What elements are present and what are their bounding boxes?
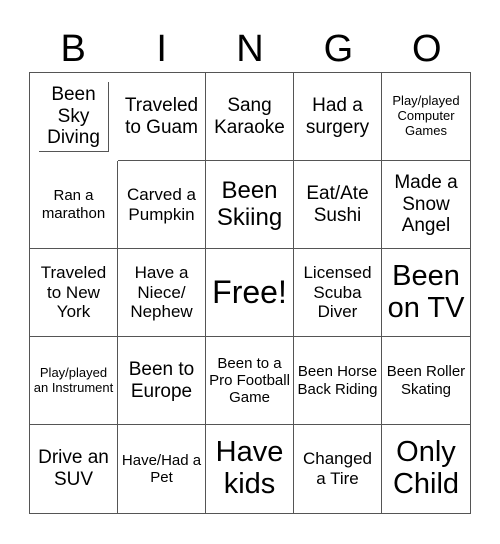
header-letter-g: G — [323, 28, 354, 70]
bingo-cell[interactable]: Changed a Tire — [294, 425, 382, 513]
bingo-cell[interactable]: Been Roller Skating — [382, 337, 470, 425]
bingo-cell[interactable]: Drive an SUV — [30, 425, 118, 513]
bingo-cell[interactable]: Ran a marathon — [30, 161, 118, 249]
bingo-cell[interactable]: Carved a Pumpkin — [118, 161, 206, 249]
free-space[interactable]: Free! — [206, 249, 294, 337]
bingo-cell[interactable]: Been Horse Back Riding — [294, 337, 382, 425]
bingo-cell[interactable]: Been on TV — [382, 249, 470, 337]
bingo-cell[interactable]: Been Skiing — [206, 161, 294, 249]
bingo-cell[interactable]: Only Child — [382, 425, 470, 513]
bingo-cell[interactable]: Have a Niece/ Nephew — [118, 249, 206, 337]
bingo-cell[interactable]: Play/played an Instrument — [30, 337, 118, 425]
bingo-cell[interactable]: Have kids — [206, 425, 294, 513]
bingo-cell[interactable]: Have/Had a Pet — [118, 425, 206, 513]
header-letter-n: N — [236, 28, 264, 70]
header-letter-o: O — [412, 28, 442, 70]
bingo-cell[interactable]: Licensed Scuba Diver — [294, 249, 382, 337]
bingo-cell[interactable]: Play/played Computer Games — [382, 73, 470, 161]
bingo-cell[interactable]: Traveled to Guam — [118, 73, 206, 161]
bingo-cell[interactable]: Made a Snow Angel — [382, 161, 470, 249]
header-letter-b: B — [60, 28, 86, 70]
bingo-cell[interactable]: Had a surgery — [294, 73, 382, 161]
bingo-cell[interactable]: Been to a Pro Football Game — [206, 337, 294, 425]
header-letter-i: I — [156, 28, 167, 70]
bingo-grid: Been Sky Diving Traveled to Guam Sang Ka… — [29, 72, 471, 514]
bingo-cell[interactable]: Been to Europe — [118, 337, 206, 425]
bingo-cell[interactable]: Traveled to New York — [30, 249, 118, 337]
bingo-cell[interactable]: Been Sky Diving — [39, 81, 109, 153]
bingo-header: B I N G O — [29, 26, 471, 72]
bingo-cell[interactable]: Sang Karaoke — [206, 73, 294, 161]
bingo-cell[interactable]: Eat/Ate Sushi — [294, 161, 382, 249]
